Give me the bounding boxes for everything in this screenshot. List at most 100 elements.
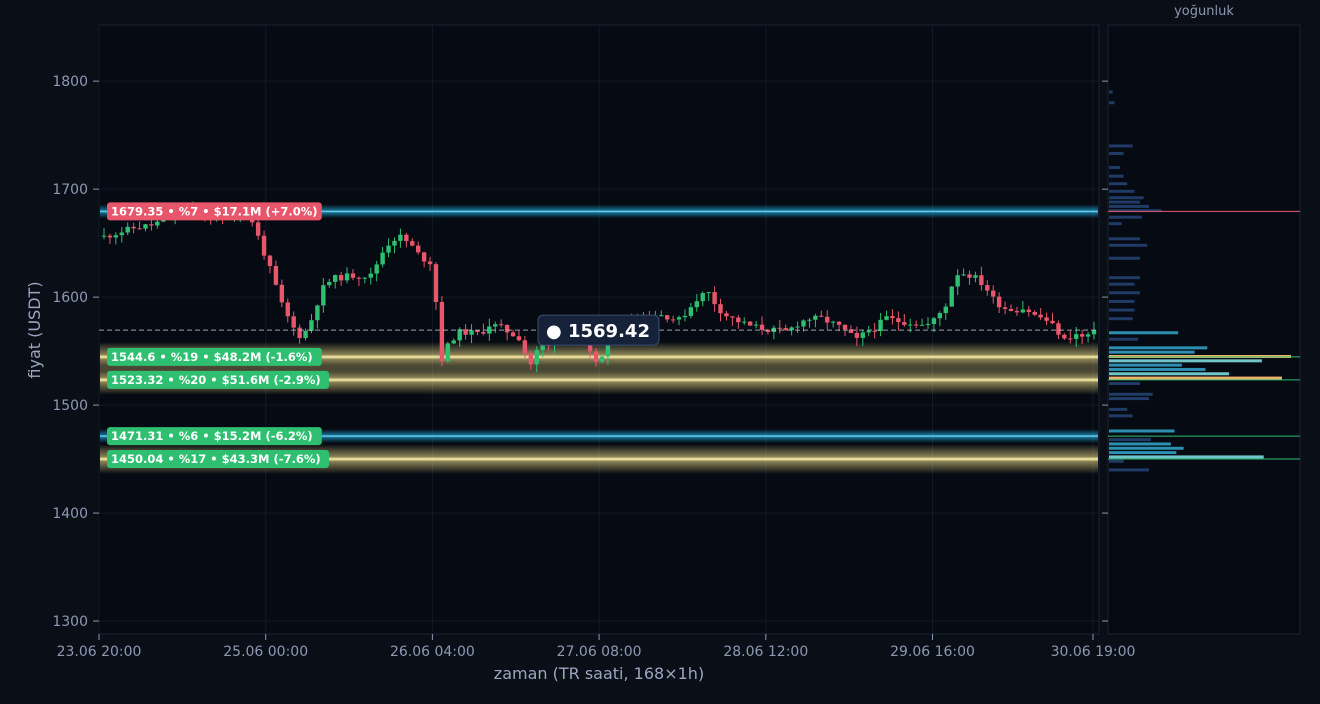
candle-body bbox=[498, 324, 504, 326]
candle-body bbox=[890, 316, 895, 319]
histogram-bar bbox=[1109, 446, 1184, 450]
histogram-bar bbox=[1109, 308, 1135, 312]
candle-body bbox=[338, 275, 344, 281]
level-tag-label: 1679.35 • %7 • $17.1M (+7.0%) bbox=[111, 204, 317, 218]
level-tag-label: 1450.04 • %17 • $43.3M (-7.6%) bbox=[111, 452, 321, 466]
candle-body bbox=[439, 301, 445, 362]
histogram-bar bbox=[1109, 243, 1148, 247]
candle-body bbox=[985, 285, 990, 291]
candle-body bbox=[321, 285, 326, 306]
candle-body bbox=[670, 319, 676, 321]
candle-body bbox=[137, 228, 142, 230]
candle-body bbox=[309, 320, 314, 331]
histogram-bar bbox=[1109, 282, 1135, 286]
candle-body bbox=[777, 327, 783, 329]
candle-body bbox=[445, 343, 451, 362]
candle-body bbox=[404, 234, 409, 242]
histogram-bar bbox=[1109, 182, 1128, 186]
x-axis-label: zaman (TR saati, 168×1h) bbox=[494, 664, 704, 683]
histogram-bar bbox=[1109, 455, 1264, 459]
histogram-bar bbox=[1109, 392, 1153, 396]
histogram-bar bbox=[1109, 397, 1150, 401]
x-tick-label: 27.06 08:00 bbox=[557, 644, 642, 660]
candle-body bbox=[255, 222, 261, 236]
x-tick-label: 25.06 00:00 bbox=[223, 644, 308, 660]
candle-body bbox=[718, 304, 723, 314]
candle-body bbox=[421, 252, 427, 262]
candle-body bbox=[902, 322, 907, 325]
candle-body bbox=[688, 307, 694, 316]
candle-body bbox=[1062, 334, 1067, 339]
candle-body bbox=[451, 340, 456, 344]
candle-body bbox=[267, 255, 273, 267]
candle-body bbox=[315, 305, 320, 321]
histogram-background bbox=[1107, 24, 1301, 635]
candle-body bbox=[1008, 308, 1014, 312]
candle-body bbox=[813, 315, 818, 320]
candle-body bbox=[730, 316, 735, 318]
candle-body bbox=[356, 277, 362, 279]
histogram-bar bbox=[1109, 429, 1175, 433]
candle-body bbox=[433, 264, 439, 302]
candle-body bbox=[593, 351, 599, 362]
candle-body bbox=[410, 241, 415, 246]
candle-body bbox=[825, 316, 830, 323]
histogram-bar bbox=[1109, 256, 1140, 260]
y-axis-label: fiyat (USDT) bbox=[25, 281, 44, 378]
candle-body bbox=[504, 324, 510, 333]
candle-body bbox=[362, 277, 368, 279]
candle-body bbox=[896, 318, 901, 323]
candle-body bbox=[712, 292, 717, 305]
histogram-bar bbox=[1109, 451, 1177, 455]
candle-body bbox=[830, 321, 836, 323]
y-tick-label: 1500 bbox=[52, 398, 88, 414]
candle-body bbox=[1091, 330, 1097, 335]
candle-body bbox=[943, 306, 948, 314]
candle-body bbox=[747, 321, 753, 326]
x-tick-label: 30.06 19:00 bbox=[1051, 644, 1136, 660]
histogram-bar bbox=[1109, 222, 1122, 226]
candle-body bbox=[967, 274, 972, 278]
histogram-bar bbox=[1109, 189, 1135, 193]
candle-body bbox=[125, 226, 130, 233]
candle-body bbox=[1020, 309, 1026, 313]
y-tick-label: 1700 bbox=[52, 182, 88, 198]
candle-body bbox=[659, 315, 664, 317]
histogram-bar bbox=[1109, 237, 1140, 241]
candle-body bbox=[131, 226, 136, 229]
x-tick-label: 28.06 12:00 bbox=[723, 644, 808, 660]
candle-body bbox=[676, 317, 682, 320]
candle-body bbox=[1056, 323, 1061, 335]
candle-body bbox=[872, 330, 877, 332]
candle-body bbox=[866, 330, 871, 333]
candle-body bbox=[457, 329, 462, 341]
candle-body bbox=[119, 232, 124, 236]
candle-body bbox=[996, 296, 1002, 308]
level-tag-label: 1544.6 • %19 • $48.2M (-1.6%) bbox=[111, 350, 313, 364]
x-tick-label: 29.06 16:00 bbox=[890, 644, 975, 660]
histogram-bar bbox=[1109, 459, 1124, 463]
histogram-title: yoğunluk bbox=[1174, 4, 1234, 19]
histogram-bar bbox=[1109, 291, 1140, 295]
level-tag-label: 1523.32 • %20 • $51.6M (-2.9%) bbox=[111, 373, 321, 387]
candle-body bbox=[878, 319, 883, 332]
candle-body bbox=[700, 293, 705, 302]
candle-body bbox=[819, 315, 824, 317]
candle-body bbox=[1074, 334, 1079, 339]
candle-body bbox=[759, 324, 765, 330]
candle-body bbox=[979, 275, 984, 286]
histogram-bar bbox=[1109, 151, 1124, 155]
candle-body bbox=[742, 321, 747, 323]
candle-body bbox=[807, 319, 812, 321]
candle-body bbox=[1002, 307, 1008, 309]
candle-body bbox=[261, 235, 267, 256]
candle-body bbox=[949, 286, 954, 307]
histogram-bar bbox=[1109, 350, 1195, 354]
candle-body bbox=[143, 224, 148, 229]
candle-body bbox=[961, 274, 966, 276]
histogram-bar bbox=[1109, 215, 1142, 219]
candle-body bbox=[884, 316, 889, 320]
histogram-bar bbox=[1109, 407, 1128, 411]
candle-body bbox=[1068, 338, 1073, 340]
histogram-bar bbox=[1109, 363, 1182, 367]
